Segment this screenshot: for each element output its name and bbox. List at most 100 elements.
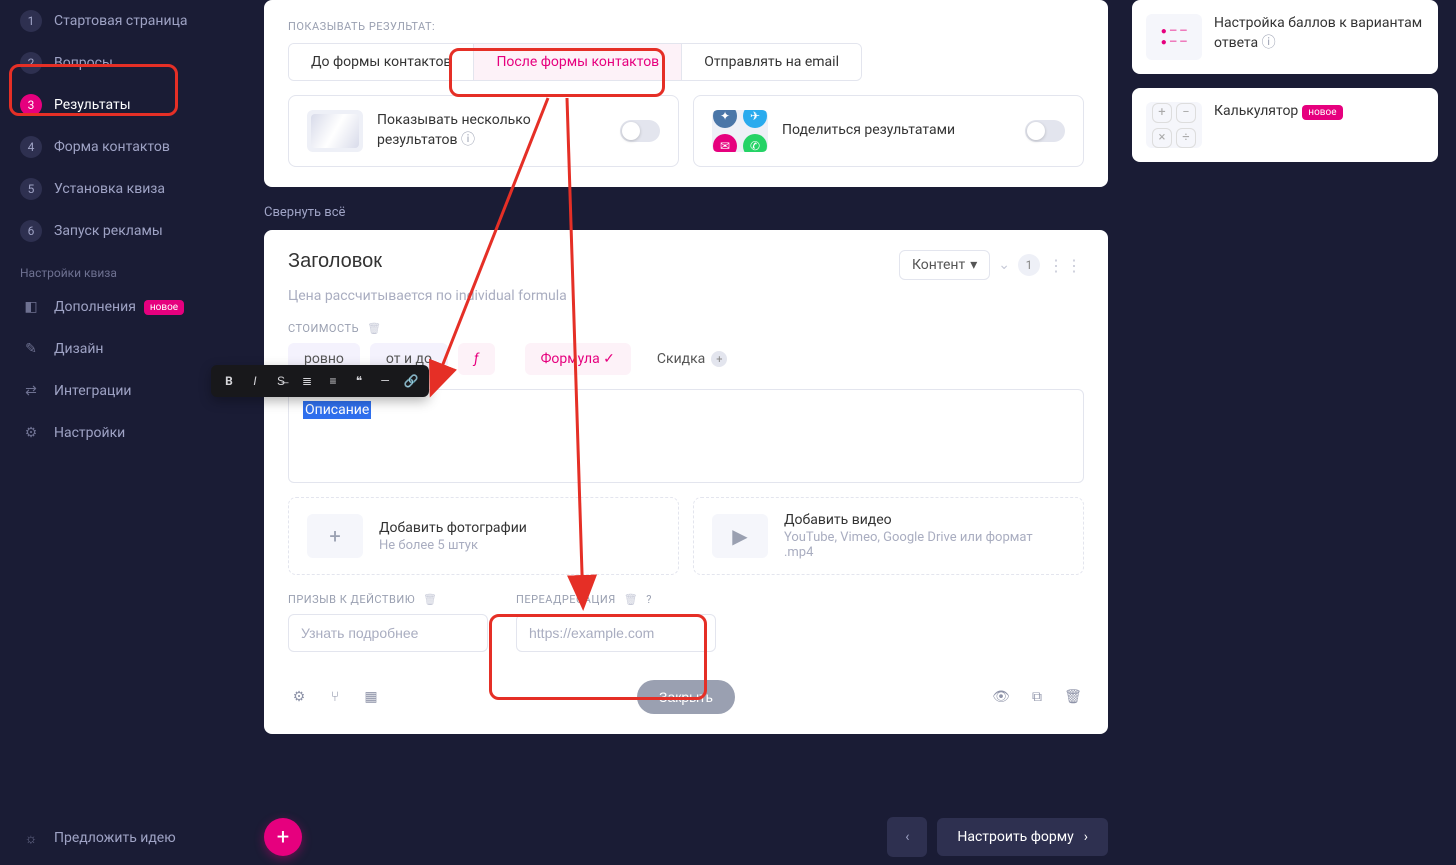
pill-send-email[interactable]: Отправлять на email	[682, 44, 861, 80]
trash-icon[interactable]: 🗑	[1062, 689, 1084, 705]
nav-ads[interactable]: 6Запуск рекламы	[8, 212, 222, 250]
help-icon[interactable]: ⓘ	[461, 132, 475, 148]
branch-icon[interactable]: ⑂	[324, 689, 346, 705]
collapse-all-link[interactable]: Свернуть всё	[264, 205, 345, 220]
chevron-down-icon[interactable]: ⌄	[998, 257, 1010, 273]
chip-discount[interactable]: Скидка+	[641, 343, 743, 375]
nav-results[interactable]: 3Результаты	[8, 86, 222, 124]
strike-icon[interactable]: S̶	[269, 369, 293, 393]
sidebar: 1Стартовая страница 2Вопросы 3Результаты…	[0, 0, 230, 865]
nav-settings[interactable]: ⚙ Настройки	[8, 414, 222, 452]
nav-install-quiz[interactable]: 5Установка квиза	[8, 170, 222, 208]
info-icon: ⓘ	[1262, 35, 1276, 51]
pill-after-form[interactable]: После формы контактов	[474, 44, 682, 80]
video-icon: ▶	[712, 514, 768, 558]
show-result-tabs: До формы контактов После формы контактов…	[288, 43, 862, 81]
pill-before-form[interactable]: До формы контактов	[289, 44, 474, 80]
share-icons: ✦✈ ✉✆	[712, 110, 768, 152]
nav-label: Интеграции	[54, 383, 132, 399]
trash-icon[interactable]: 🗑	[423, 593, 437, 606]
new-badge: новое	[144, 300, 184, 315]
sidebar-section-label: Настройки квиза	[8, 252, 222, 286]
lightbulb-icon: ☼	[20, 827, 42, 849]
help-icon[interactable]: ?	[646, 593, 652, 606]
nav-label: Настройки	[54, 425, 125, 441]
result-title-input[interactable]	[288, 250, 766, 273]
nav-label: Дизайн	[54, 341, 104, 357]
nav-integrations[interactable]: ⇄ Интеграции	[8, 372, 222, 410]
chip-formula[interactable]: Формула ✓	[525, 343, 631, 375]
thumbnail-icon	[307, 110, 363, 152]
nav-start-page[interactable]: 1Стартовая страница	[8, 2, 222, 40]
content-dropdown[interactable]: Контент ▾	[899, 250, 990, 280]
link-icon: ⇄	[20, 380, 42, 402]
bottom-bar: + ‹ Настроить форму›	[264, 817, 1108, 857]
list-ol-icon[interactable]: ≡	[321, 369, 345, 393]
list-ul-icon[interactable]: ≣	[295, 369, 319, 393]
description-textarea[interactable]: Описание	[288, 389, 1084, 483]
nav-addons[interactable]: ◧ Дополнения новое	[8, 288, 222, 326]
result-editor-card: Контент ▾ ⌄ 1 ⋮⋮ Цена рассчитывается по …	[264, 230, 1108, 734]
nav-label: Дополнения	[54, 299, 136, 315]
result-index-badge: 1	[1018, 254, 1040, 276]
trash-icon[interactable]: 🗑	[367, 322, 381, 335]
nav-label: Установка квиза	[54, 181, 165, 197]
nav-contact-form[interactable]: 4Форма контактов	[8, 128, 222, 166]
option-share-results: ✦✈ ✉✆ Поделиться результатами	[693, 95, 1084, 167]
bold-icon[interactable]: B	[217, 369, 241, 393]
rich-text-toolbar: B I S̶ ≣ ≡ ❝ — 🔗	[211, 365, 429, 397]
chevron-right-icon: ›	[1084, 829, 1088, 845]
nav-label: Результаты	[54, 97, 131, 113]
close-button[interactable]: Закрыть	[637, 680, 735, 714]
gear-icon: ⚙	[20, 422, 42, 444]
brush-icon: ✎	[20, 338, 42, 360]
cta-input[interactable]	[288, 614, 488, 652]
redirect-input[interactable]	[516, 614, 716, 652]
plus-icon: +	[711, 351, 727, 367]
chip-fx[interactable]: ƒ	[458, 343, 495, 375]
right-panel: ● — —● — — Настройка баллов к вариантам …	[1126, 0, 1456, 865]
prev-step-button[interactable]: ‹	[887, 817, 927, 857]
link-icon[interactable]: 🔗	[399, 369, 423, 393]
plus-icon: +	[307, 514, 363, 558]
chevron-down-icon: ▾	[970, 257, 977, 273]
main-content: ПОКАЗЫВАТЬ РЕЗУЛЬТАТ: До формы контактов…	[230, 0, 1126, 865]
drag-handle-icon[interactable]: ⋮⋮	[1048, 256, 1084, 275]
nav-label: Стартовая страница	[54, 13, 187, 29]
next-step-button[interactable]: Настроить форму›	[937, 818, 1108, 856]
redirect-label: ПЕРЕАДРЕСАЦИЯ🗑?	[516, 593, 716, 606]
option-multiple-results: Показывать несколько результатов ⓘ	[288, 95, 679, 167]
result-display-card: ПОКАЗЫВАТЬ РЕЗУЛЬТАТ: До формы контактов…	[264, 0, 1108, 187]
suggest-idea-button[interactable]: ☼ Предложить идею	[8, 811, 222, 865]
nav-questions[interactable]: 2Вопросы	[8, 44, 222, 82]
tip-calculator[interactable]: +−×÷ Калькуляторновое	[1132, 88, 1438, 162]
eye-icon[interactable]: 👁	[990, 689, 1012, 705]
quote-icon[interactable]: ❝	[347, 369, 371, 393]
nav-label: Форма контактов	[54, 139, 170, 155]
cta-label: ПРИЗЫВ К ДЕЙСТВИЮ🗑	[288, 593, 488, 606]
trash-icon[interactable]: 🗑	[624, 593, 638, 606]
thumbnail-icon: ● — —● — —	[1146, 14, 1202, 60]
show-result-label: ПОКАЗЫВАТЬ РЕЗУЛЬТАТ:	[288, 20, 1084, 33]
cost-label: СТОИМОСТЬ🗑	[288, 322, 1084, 335]
nav-design[interactable]: ✎ Дизайн	[8, 330, 222, 368]
copy-icon[interactable]: ⧉	[1026, 689, 1048, 705]
check-icon: ✓	[603, 351, 615, 367]
nav-label: Вопросы	[54, 55, 113, 71]
add-photos-button[interactable]: + Добавить фотографии Не более 5 штук	[288, 497, 679, 575]
toggle-multiple-results[interactable]	[620, 120, 660, 142]
toggle-share-results[interactable]	[1025, 120, 1065, 142]
new-badge: новое	[1302, 105, 1342, 120]
add-result-fab[interactable]: +	[264, 818, 302, 856]
hr-icon[interactable]: —	[373, 369, 397, 393]
italic-icon[interactable]: I	[243, 369, 267, 393]
grid-icon[interactable]: ▦	[360, 689, 382, 705]
calc-icon: +−×÷	[1146, 102, 1202, 148]
tip-score-settings[interactable]: ● — —● — — Настройка баллов к вариантам …	[1132, 0, 1438, 74]
add-video-button[interactable]: ▶ Добавить видео YouTube, Vimeo, Google …	[693, 497, 1084, 575]
gear-icon[interactable]: ⚙	[288, 689, 310, 705]
result-subtitle: Цена рассчитывается по individual formul…	[288, 288, 1084, 304]
nav-label: Запуск рекламы	[54, 223, 163, 239]
puzzle-icon: ◧	[20, 296, 42, 318]
chevron-left-icon: ‹	[905, 829, 909, 845]
